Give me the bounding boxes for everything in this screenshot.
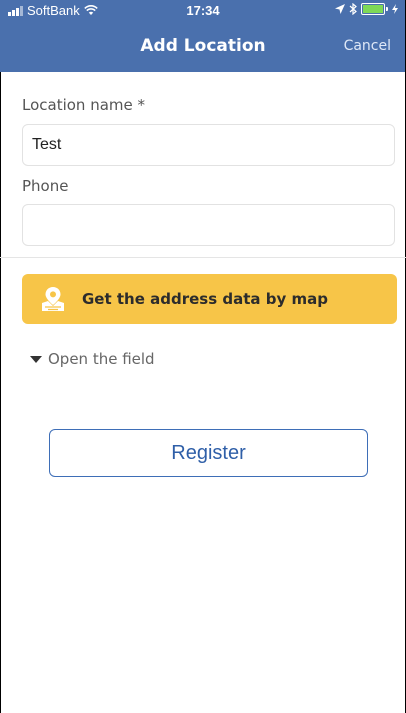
register-button[interactable]: Register <box>49 429 368 477</box>
charging-icon <box>392 4 398 14</box>
screen-edge-left <box>0 72 1 713</box>
open-field-toggle[interactable]: Open the field <box>30 350 155 368</box>
status-bar: SoftBank 17:34 <box>0 0 406 22</box>
bluetooth-icon <box>349 3 357 15</box>
open-field-label: Open the field <box>48 350 155 368</box>
location-name-input[interactable]: Test <box>22 124 395 166</box>
caret-down-icon <box>30 355 42 363</box>
get-address-by-map-button[interactable]: Get the address data by map <box>22 274 397 324</box>
battery-icon <box>361 3 388 15</box>
location-name-label: Location name * <box>22 96 146 114</box>
status-right <box>335 3 398 15</box>
section-divider <box>0 257 406 258</box>
cancel-button[interactable]: Cancel <box>344 38 391 54</box>
location-arrow-icon <box>335 4 345 14</box>
phone-input[interactable] <box>22 204 395 246</box>
phone-label: Phone <box>22 177 69 195</box>
get-address-by-map-label: Get the address data by map <box>82 290 328 308</box>
header: SoftBank 17:34 Add Location Cancel <box>0 0 406 72</box>
map-pin-icon <box>42 287 64 311</box>
